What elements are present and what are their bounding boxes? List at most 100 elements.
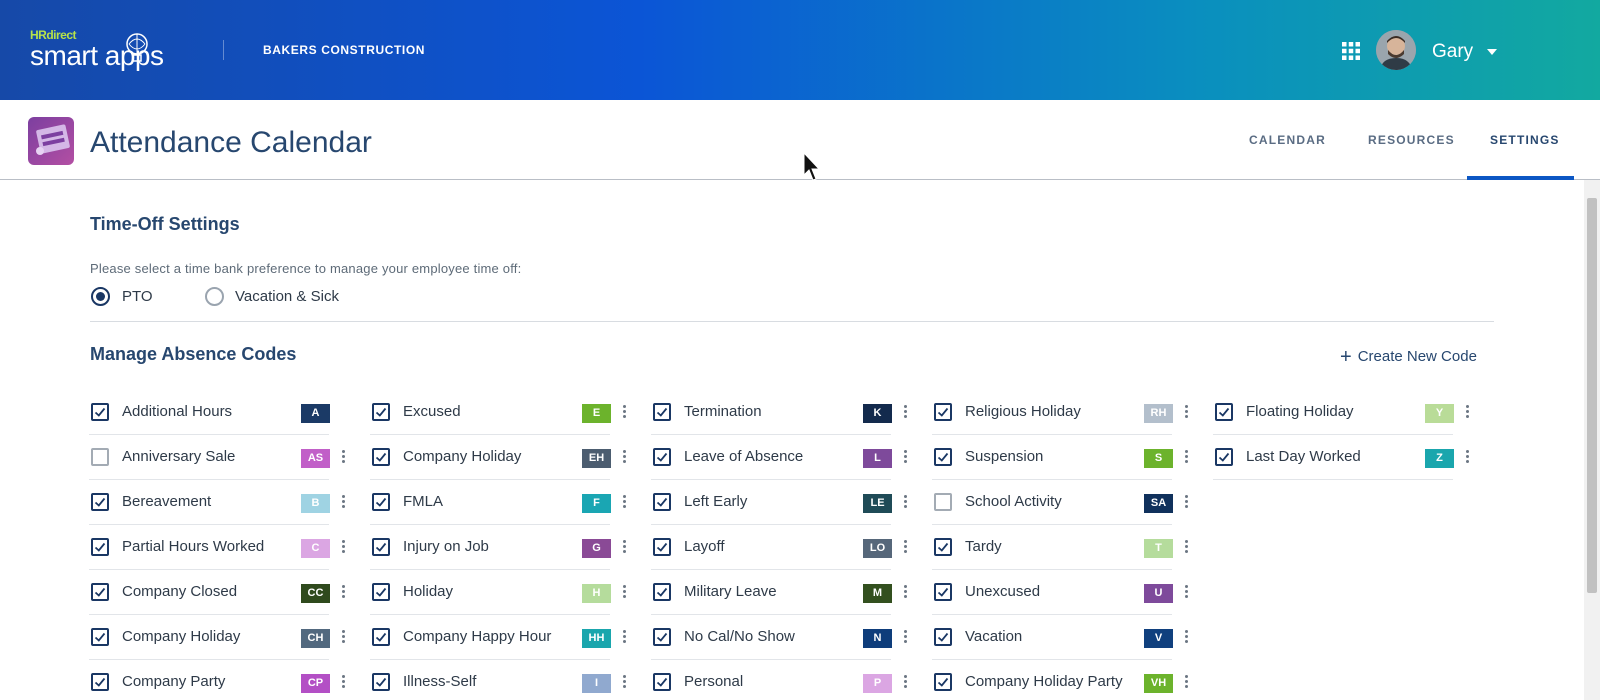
more-options-icon[interactable] [901, 628, 909, 648]
absence-code-label[interactable]: FMLA [403, 493, 443, 510]
more-options-icon[interactable] [339, 493, 347, 513]
more-options-icon[interactable] [1182, 673, 1190, 693]
more-options-icon[interactable] [620, 493, 628, 513]
absence-code-label[interactable]: Company Party [122, 673, 225, 690]
absence-code-label[interactable]: Personal [684, 673, 743, 690]
absence-code-checkbox[interactable] [372, 493, 390, 511]
absence-code-label[interactable]: Termination [684, 403, 762, 420]
absence-code-label[interactable]: Bereavement [122, 493, 211, 510]
absence-code-label[interactable]: Partial Hours Worked [122, 538, 264, 555]
absence-code-label[interactable]: Additional Hours [122, 403, 232, 420]
absence-code-checkbox[interactable] [91, 673, 109, 691]
absence-code-checkbox[interactable] [653, 538, 671, 556]
more-options-icon[interactable] [1182, 583, 1190, 603]
more-options-icon[interactable] [901, 538, 909, 558]
absence-code-label[interactable]: Excused [403, 403, 461, 420]
absence-code-label[interactable]: School Activity [965, 493, 1062, 510]
more-options-icon[interactable] [620, 628, 628, 648]
radio-vacation-sick[interactable] [205, 287, 224, 306]
absence-code-checkbox[interactable] [372, 538, 390, 556]
absence-code-checkbox[interactable] [372, 628, 390, 646]
more-options-icon[interactable] [339, 583, 347, 603]
more-options-icon[interactable] [901, 493, 909, 513]
absence-code-label[interactable]: Left Early [684, 493, 747, 510]
more-options-icon[interactable] [1463, 448, 1471, 468]
absence-code-checkbox[interactable] [653, 583, 671, 601]
absence-code-label[interactable]: Last Day Worked [1246, 448, 1361, 465]
absence-code-checkbox[interactable] [91, 538, 109, 556]
absence-code-checkbox[interactable] [934, 628, 952, 646]
create-new-code-button[interactable]: + Create New Code [1340, 346, 1477, 369]
absence-code-checkbox[interactable] [372, 448, 390, 466]
user-name[interactable]: Gary [1432, 41, 1473, 63]
tab-settings[interactable]: SETTINGS [1490, 133, 1560, 147]
more-options-icon[interactable] [1182, 493, 1190, 513]
absence-code-checkbox[interactable] [653, 628, 671, 646]
absence-code-checkbox[interactable] [91, 448, 109, 466]
absence-code-checkbox[interactable] [653, 673, 671, 691]
more-options-icon[interactable] [620, 538, 628, 558]
absence-code-checkbox[interactable] [934, 583, 952, 601]
avatar[interactable] [1376, 30, 1416, 70]
absence-code-checkbox[interactable] [934, 673, 952, 691]
more-options-icon[interactable] [1182, 403, 1190, 423]
absence-code-checkbox[interactable] [372, 583, 390, 601]
absence-code-checkbox[interactable] [91, 628, 109, 646]
absence-code-label[interactable]: Leave of Absence [684, 448, 803, 465]
more-options-icon[interactable] [339, 538, 347, 558]
absence-code-label[interactable]: Injury on Job [403, 538, 489, 555]
absence-code-label[interactable]: Company Holiday [122, 628, 240, 645]
absence-code-checkbox[interactable] [91, 583, 109, 601]
absence-code-checkbox[interactable] [653, 448, 671, 466]
absence-code-checkbox[interactable] [372, 673, 390, 691]
absence-code-label[interactable]: Company Closed [122, 583, 237, 600]
absence-code-label[interactable]: Company Happy Hour [403, 628, 551, 645]
absence-code-label[interactable]: Company Holiday Party [965, 673, 1123, 690]
absence-code-checkbox[interactable] [1215, 448, 1233, 466]
absence-code-checkbox[interactable] [91, 493, 109, 511]
more-options-icon[interactable] [901, 448, 909, 468]
radio-vacation-sick-label[interactable]: Vacation & Sick [235, 288, 339, 305]
radio-pto[interactable] [91, 287, 110, 306]
absence-code-checkbox[interactable] [91, 403, 109, 421]
absence-code-checkbox[interactable] [653, 403, 671, 421]
absence-code-label[interactable]: Vacation [965, 628, 1022, 645]
radio-pto-label[interactable]: PTO [122, 288, 153, 305]
more-options-icon[interactable] [1182, 628, 1190, 648]
absence-code-label[interactable]: Suspension [965, 448, 1043, 465]
absence-code-checkbox[interactable] [653, 493, 671, 511]
absence-code-label[interactable]: Military Leave [684, 583, 777, 600]
absence-code-label[interactable]: Illness-Self [403, 673, 476, 690]
grid-apps-icon[interactable] [1342, 42, 1360, 60]
more-options-icon[interactable] [1182, 448, 1190, 468]
more-options-icon[interactable] [1463, 403, 1471, 423]
absence-code-label[interactable]: Layoff [684, 538, 725, 555]
absence-code-label[interactable]: Tardy [965, 538, 1002, 555]
chevron-down-icon[interactable] [1487, 49, 1497, 55]
absence-code-checkbox[interactable] [934, 493, 952, 511]
absence-code-label[interactable]: Floating Holiday [1246, 403, 1354, 420]
scrollbar-thumb[interactable] [1587, 198, 1597, 593]
more-options-icon[interactable] [620, 583, 628, 603]
more-options-icon[interactable] [901, 403, 909, 423]
absence-code-checkbox[interactable] [372, 403, 390, 421]
absence-code-label[interactable]: No Cal/No Show [684, 628, 795, 645]
absence-code-checkbox[interactable] [934, 538, 952, 556]
tab-resources[interactable]: RESOURCES [1368, 133, 1455, 147]
absence-code-checkbox[interactable] [934, 403, 952, 421]
tab-calendar[interactable]: CALENDAR [1249, 133, 1326, 147]
more-options-icon[interactable] [339, 448, 347, 468]
more-options-icon[interactable] [901, 673, 909, 693]
absence-code-label[interactable]: Holiday [403, 583, 453, 600]
more-options-icon[interactable] [620, 673, 628, 693]
more-options-icon[interactable] [1182, 538, 1190, 558]
more-options-icon[interactable] [901, 583, 909, 603]
absence-code-label[interactable]: Unexcused [965, 583, 1040, 600]
absence-code-label[interactable]: Religious Holiday [965, 403, 1081, 420]
absence-code-checkbox[interactable] [1215, 403, 1233, 421]
more-options-icon[interactable] [339, 673, 347, 693]
more-options-icon[interactable] [620, 448, 628, 468]
more-options-icon[interactable] [620, 403, 628, 423]
brand-logo[interactable]: HRdirect smart apps [28, 26, 188, 74]
more-options-icon[interactable] [339, 628, 347, 648]
